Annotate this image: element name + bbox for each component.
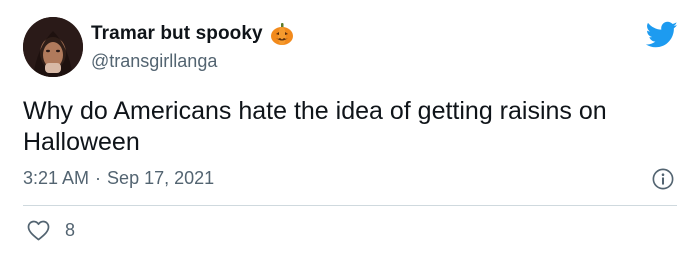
profile-photo	[23, 17, 83, 77]
jack-o-lantern-icon	[270, 22, 294, 46]
heart-icon	[27, 220, 50, 241]
info-icon[interactable]	[652, 168, 674, 190]
like-button[interactable]: 8	[27, 220, 75, 241]
like-count: 8	[65, 220, 76, 240]
twitter-bird-icon[interactable]	[646, 21, 678, 49]
tweet-text: Why do Americans hate the idea of gettin…	[23, 97, 607, 156]
tweet-time: 3:21 AM	[23, 168, 90, 188]
name-row: Tramar but spooky	[91, 22, 294, 46]
meta-separator: ·	[95, 168, 102, 188]
display-name[interactable]: Tramar but spooky	[91, 23, 263, 45]
tweet-date: Sep 17, 2021	[107, 168, 215, 188]
tweet-card: Tramar but spooky @transgirllanga Why do…	[0, 0, 700, 257]
avatar[interactable]	[23, 17, 83, 77]
tweet-timestamp[interactable]: 3:21 AM · Sep 17, 2021	[23, 168, 214, 189]
user-handle[interactable]: @transgirllanga	[91, 51, 217, 72]
divider	[23, 205, 677, 206]
